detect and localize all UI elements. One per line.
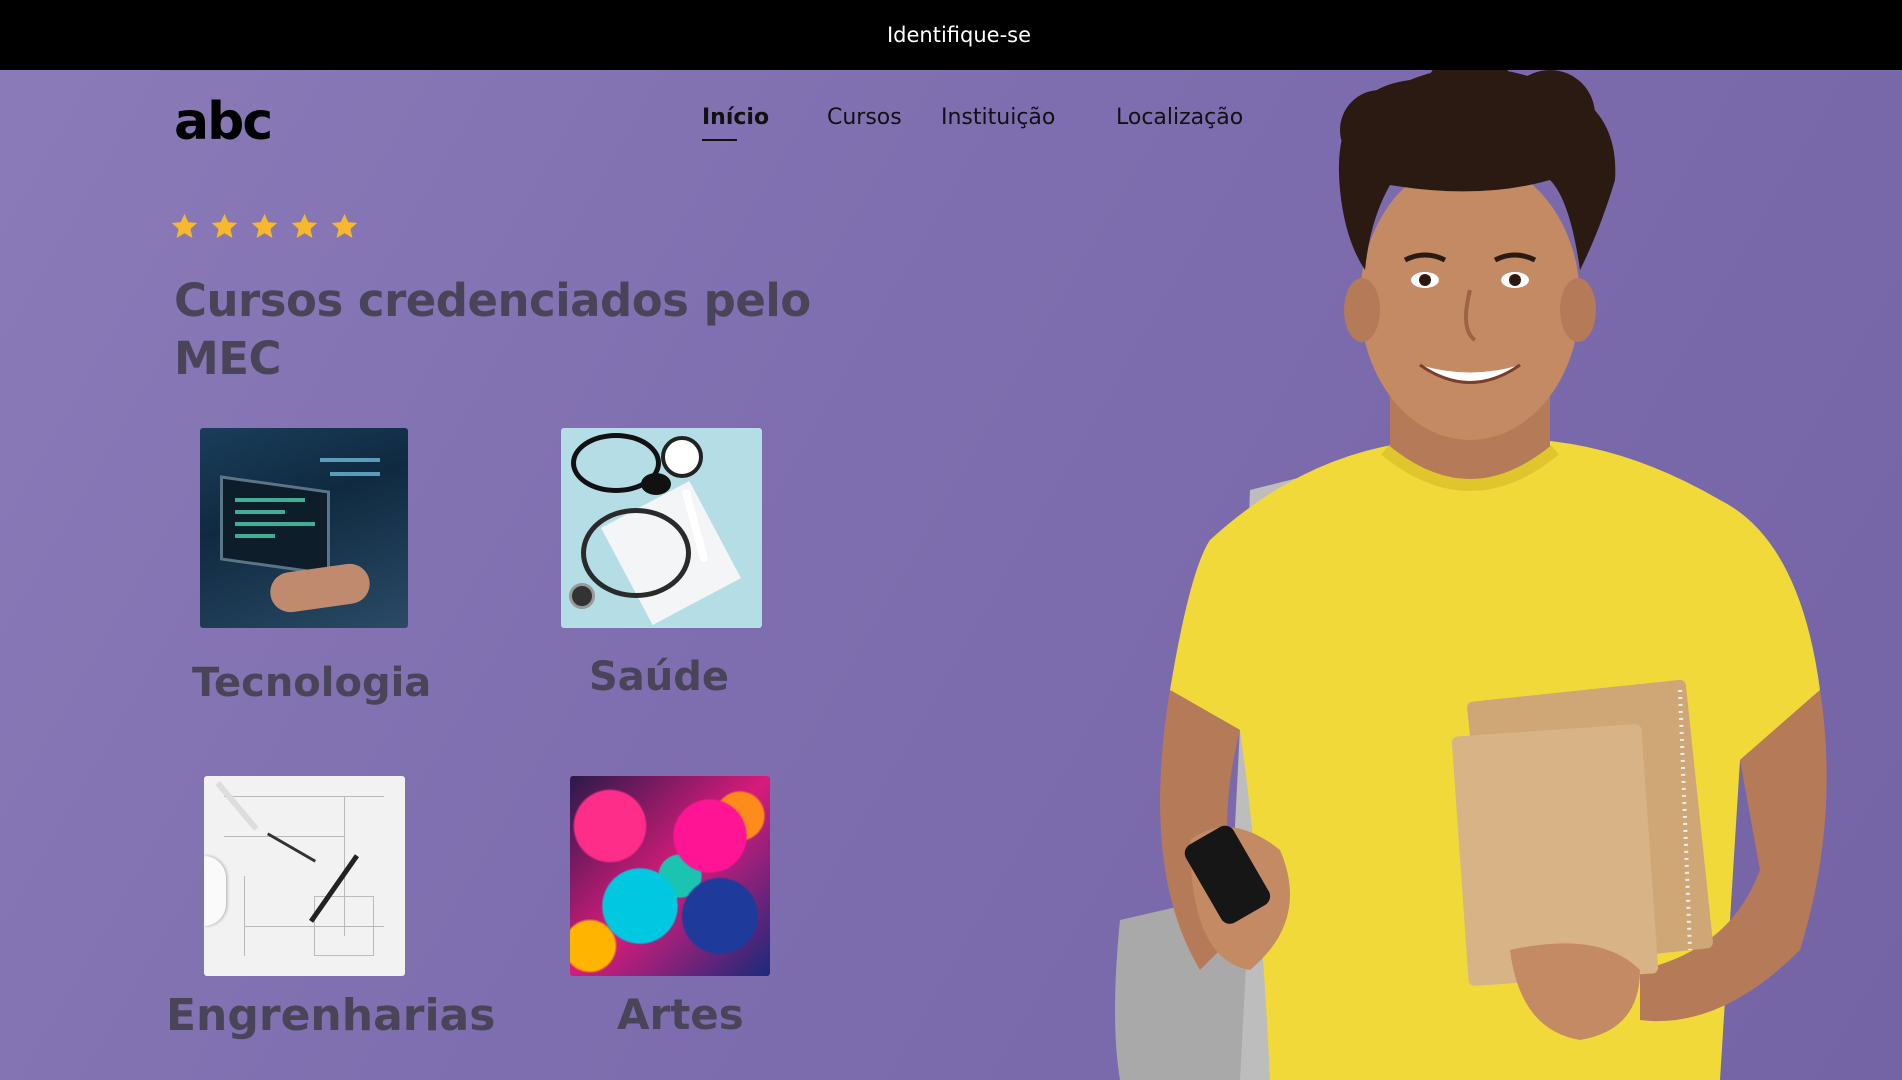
student-photo [1115, 70, 1827, 1080]
fluid-art-image [570, 776, 770, 976]
page-title: Cursos credenciados pelo MEC [174, 274, 811, 385]
star-icon [251, 213, 278, 238]
category-label-engenharias: Engrenharias [166, 990, 496, 1041]
top-bar: Identifique-se [0, 0, 1902, 70]
category-label-saude: Saúde [589, 654, 730, 700]
laptop-code-image [200, 428, 408, 628]
brand-logo[interactable]: abc [174, 92, 273, 152]
blueprint-image [204, 776, 405, 976]
nav-item-cursos[interactable]: Cursos [827, 105, 902, 130]
nav-item-inicio[interactable]: Início [702, 105, 769, 141]
nav-item-instituicao[interactable]: Instituição [941, 105, 1055, 130]
star-icon [291, 213, 318, 238]
rating-stars [170, 212, 359, 241]
star-icon [171, 213, 198, 238]
star-icon [331, 213, 358, 238]
category-label-artes: Artes [617, 990, 744, 1039]
stethoscope-image [561, 428, 762, 628]
star-icon [211, 213, 238, 238]
login-link[interactable]: Identifique-se [887, 23, 1031, 47]
category-label-tecnologia: Tecnologia [192, 660, 432, 706]
